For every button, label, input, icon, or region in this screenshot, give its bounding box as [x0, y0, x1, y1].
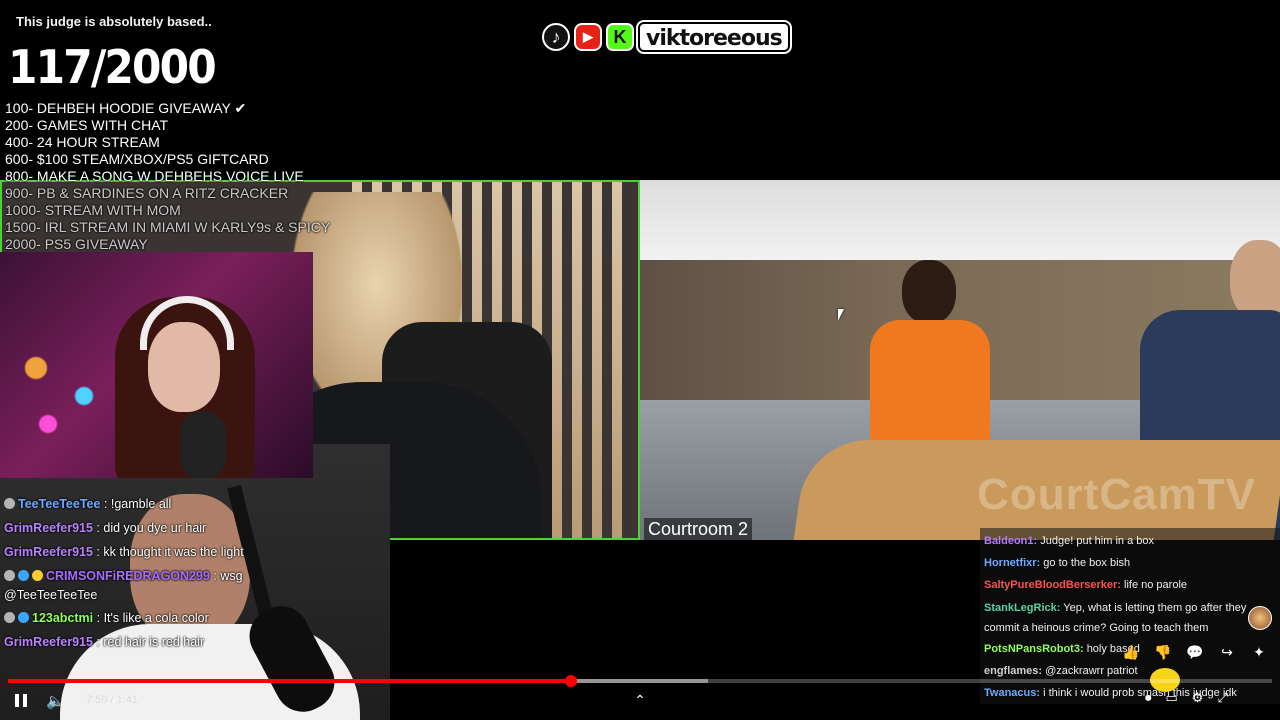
chat-text: did you dye ur hair — [103, 521, 207, 535]
chat-text: red hair is red hair — [103, 635, 205, 649]
avatar[interactable] — [1248, 606, 1272, 630]
dislike-button[interactable]: 👎 — [1152, 644, 1174, 664]
courtroom-video-panel: CourtCamTV Courtroom 2 — [640, 180, 1280, 540]
room-lights — [0, 312, 120, 452]
stream-chat-left: TeeTeeTeeTee : !gamble all GrimReefer915 … — [0, 492, 390, 654]
goal-item: 100- DEHBEH HOODIE GIVEAWAY ✔ — [5, 100, 247, 116]
sub-goal-counter: 117/2000 — [8, 40, 217, 94]
chat-message: TeeTeeTeeTee : !gamble all — [0, 492, 390, 516]
chat-username[interactable]: Twanacus: — [984, 687, 1040, 699]
chat-username[interactable]: GrimReefer915 — [4, 521, 93, 535]
chat-username[interactable]: 123abctmi — [32, 611, 93, 625]
wall-slat — [592, 182, 602, 538]
chat-text: !gamble all — [110, 497, 172, 511]
autoplay-toggle[interactable]: ⏺ — [1145, 690, 1152, 706]
goal-list: 100- DEHBEH HOODIE GIVEAWAY ✔ 200- GAMES … — [5, 100, 385, 253]
chat-text: Judge! put him in a box — [1040, 535, 1154, 547]
chat-message: GrimReefer915 : red hair is red hair — [0, 630, 390, 654]
subtitles-icon[interactable]: ▭ — [1166, 690, 1178, 706]
courtroom-label: Courtroom 2 — [644, 518, 753, 540]
chat-message: Baldeon1: Judge! put him in a box — [980, 530, 1280, 552]
chat-text: go to the box bish — [1043, 557, 1131, 569]
chat-message: StankLegRick: Yep, what is letting them … — [980, 596, 1280, 638]
chat-message: @TeeTeeTeeTee — [0, 588, 390, 606]
chat-separator: : — [92, 521, 104, 535]
goal-item: 1000- STREAM WITH MOM — [5, 202, 181, 218]
chat-separator: : — [209, 569, 221, 583]
chat-username[interactable]: engflames: — [984, 665, 1042, 677]
chevron-up-icon[interactable]: ⌃ — [632, 692, 648, 708]
chat-separator: : — [93, 611, 104, 625]
chat-username[interactable]: PotsNPansRobot3: — [984, 643, 1084, 655]
chat-message: CRIMSONFiREDRAGON299 : wsg — [0, 564, 390, 588]
goal-item: 1500- IRL STREAM IN MIAMI W KARLY9s & SP… — [5, 219, 331, 235]
progress-played — [8, 679, 571, 683]
pause-button[interactable] — [12, 692, 34, 712]
remix-button[interactable]: ✦ — [1248, 644, 1270, 664]
chat-text: kk thought it was the light — [103, 545, 244, 559]
chat-username[interactable]: Baldeon1: — [984, 535, 1037, 547]
goal-item: 2000- PS5 GIVEAWAY — [5, 236, 148, 252]
chat-message: 123abctmi : It's like a cola color — [0, 606, 390, 630]
timecode: 7:50 / 1:41 — [86, 694, 138, 706]
chat-separator: : — [92, 635, 104, 649]
goal-item: 800- MAKE A SONG W DEHBEHS VOICE LIVE — [5, 168, 304, 184]
chat-message: SaltyPureBloodBerserker: life no parole — [980, 574, 1280, 596]
volume-icon[interactable]: 🔈 — [46, 692, 68, 712]
microphone-icon — [180, 412, 226, 478]
player-right-controls: ⏺ ▭ ⚙ ⤢ — [1145, 690, 1228, 706]
wall-slat — [572, 182, 582, 538]
chat-text: wsg — [220, 569, 243, 583]
chat-badge-icon — [18, 570, 29, 581]
wall-slat — [552, 182, 562, 538]
chat-text: It's like a cola color — [103, 611, 209, 625]
settings-gear-icon[interactable]: ⚙ — [1192, 690, 1204, 706]
chat-username[interactable]: GrimReefer915 — [4, 545, 93, 559]
goal-item: 200- GAMES WITH CHAT — [5, 117, 169, 133]
chat-message: GrimReefer915 : kk thought it was the li… — [0, 540, 390, 564]
wall-slat — [612, 182, 622, 538]
chat-badge-icon — [32, 570, 43, 581]
chat-badge-icon — [4, 612, 15, 623]
goal-item: 400- 24 HOUR STREAM — [5, 134, 160, 150]
fullscreen-icon[interactable]: ⤢ — [1217, 690, 1227, 706]
streamer-facecam — [0, 252, 313, 478]
goal-item: 900- PB & SARDINES ON A RITZ CRACKER — [5, 185, 289, 201]
chat-message: Hornetfixr: go to the box bish — [980, 552, 1280, 574]
progress-bar[interactable] — [8, 675, 1272, 687]
video-title: This judge is absolutely based.. — [16, 14, 212, 29]
chat-username[interactable]: Hornetfixr: — [984, 557, 1040, 569]
tiktok-icon: ♪ — [542, 23, 570, 51]
chat-username[interactable]: SaltyPureBloodBerserker: — [984, 579, 1121, 591]
video-watermark: CourtCamTV — [977, 470, 1256, 519]
chat-separator: : — [100, 497, 111, 511]
chat-message: Twanacus: i think i would prob smash thi… — [980, 682, 1280, 704]
social-handle-logo: ♪ ▶ K viktoreeous — [542, 20, 790, 54]
chat-username[interactable]: GrimReefer915 — [4, 635, 93, 649]
chat-badge-icon — [4, 498, 15, 509]
chat-message: GrimReefer915 : did you dye ur hair — [0, 516, 390, 540]
kick-icon: K — [606, 23, 634, 51]
like-button[interactable]: 👍 — [1120, 644, 1142, 664]
chat-badge-icon — [18, 612, 29, 623]
chat-text: life no parole — [1124, 579, 1188, 591]
youtube-icon: ▶ — [574, 23, 602, 51]
comment-button[interactable]: 💬 — [1184, 644, 1206, 664]
goal-item: 600- $100 STEAM/XBOX/PS5 GIFTCARD — [5, 151, 269, 167]
chat-username[interactable]: CRIMSONFiREDRAGON299 — [46, 569, 210, 583]
chat-username[interactable]: TeeTeeTeeTee — [18, 497, 100, 511]
chat-separator: : — [92, 545, 104, 559]
mouse-cursor — [838, 309, 844, 321]
chat-username[interactable]: StankLegRick: — [984, 602, 1060, 614]
channel-handle: viktoreeous — [638, 22, 790, 52]
stream-chat-right: Baldeon1: Judge! put him in a box Hornetf… — [980, 528, 1280, 704]
share-button[interactable]: ↪ — [1216, 644, 1238, 664]
chat-badge-icon — [4, 570, 15, 581]
chat-text: @TeeTeeTeeTee — [4, 588, 98, 602]
chat-text: @zackrawrr patriot — [1045, 665, 1138, 677]
progress-scrubber[interactable] — [564, 675, 577, 687]
action-bar: 👍 👎 💬 ↪ ✦ — [1120, 644, 1270, 664]
